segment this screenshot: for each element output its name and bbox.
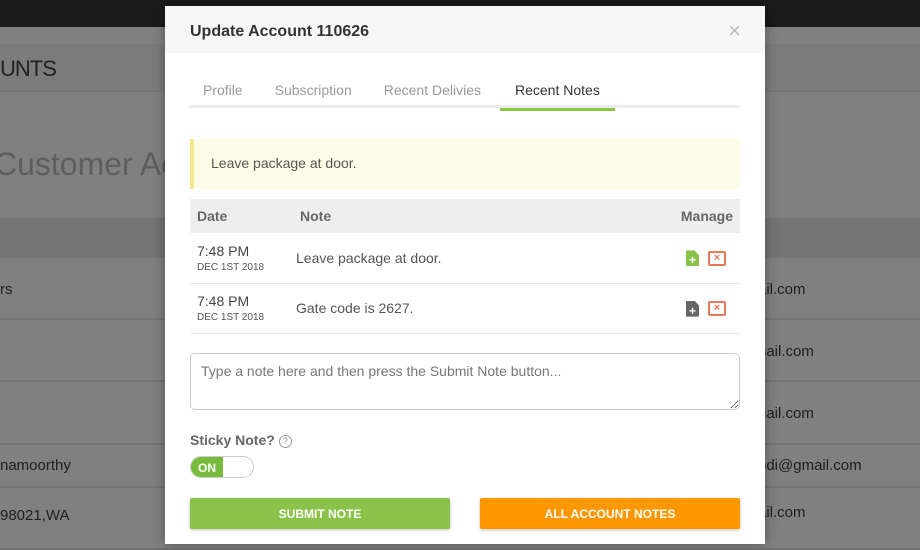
table-row: 7:48 PM DEC 1ST 2018 Leave package at doo… [190, 233, 740, 284]
delete-note-icon[interactable]: × [708, 250, 726, 266]
note-column-header: Note [293, 199, 607, 233]
submit-note-button[interactable]: SUBMIT NOTE [190, 498, 450, 529]
background-page-heading: Customer Ac [0, 146, 178, 182]
row-email: ail.com [758, 504, 806, 521]
row-email: nail.com [758, 405, 814, 422]
close-icon[interactable]: × [728, 18, 741, 44]
notes-table: Date Note Manage 7:48 PM DEC 1ST 2018 Lea… [190, 199, 740, 334]
note-text: Leave package at door. [293, 233, 607, 284]
manage-column-header: Manage [606, 199, 740, 233]
tab-subscription[interactable]: Subscription [262, 73, 365, 108]
sticky-note-label: Sticky Note?? [190, 432, 292, 448]
sticky-file-plus-icon[interactable]: + [686, 250, 699, 267]
note-date: DEC 1ST 2018 [197, 261, 265, 273]
date-column-header: Date [190, 199, 293, 233]
row-text: namoorthy [0, 457, 71, 474]
row-text: 98021,WA [0, 507, 70, 524]
row-text: rs [0, 281, 13, 298]
tab-recent-notes[interactable]: Recent Notes [500, 73, 615, 111]
sticky-note-banner: Leave package at door. [190, 139, 740, 189]
row-email: odi@gmail.com [758, 457, 862, 474]
modal-header: Update Account 110626 × [165, 6, 765, 53]
tab-bar: Profile Subscription Recent Delivies Rec… [190, 73, 740, 111]
update-account-modal: Update Account 110626 × Profile Subscrip… [165, 6, 765, 544]
note-input[interactable] [190, 353, 740, 410]
sticky-note-toggle[interactable]: ON [190, 456, 254, 478]
help-icon[interactable]: ? [278, 435, 292, 448]
row-email: nail.com [758, 343, 814, 360]
toggle-on-label: ON [191, 457, 223, 477]
background-section-title: UNTS [0, 56, 57, 81]
tab-recent-deliveries[interactable]: Recent Delivies [371, 73, 494, 108]
tab-profile[interactable]: Profile [190, 73, 256, 108]
table-row: 7:48 PM DEC 1ST 2018 Gate code is 2627. +… [190, 283, 740, 334]
note-time: 7:48 PM [197, 242, 250, 259]
row-email: ail.com [758, 281, 806, 298]
delete-note-icon[interactable]: × [708, 301, 726, 317]
note-text: Gate code is 2627. [293, 283, 607, 334]
file-plus-icon[interactable]: + [686, 300, 699, 317]
modal-title: Update Account 110626 [190, 23, 370, 40]
note-time: 7:48 PM [197, 293, 250, 309]
sticky-note-label-text: Sticky Note? [190, 432, 275, 448]
note-date: DEC 1ST 2018 [197, 312, 265, 323]
all-account-notes-button[interactable]: ALL ACCOUNT NOTES [480, 498, 740, 529]
